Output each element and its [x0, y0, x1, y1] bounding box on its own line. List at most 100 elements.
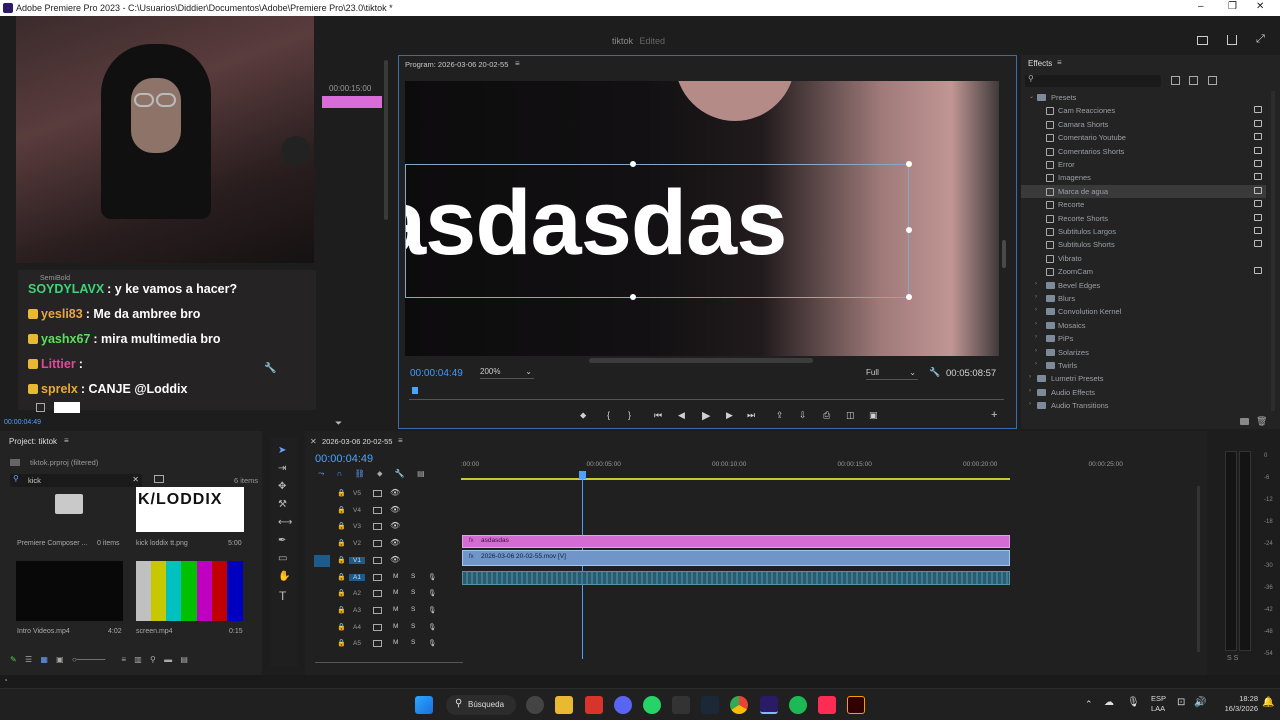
- track-lock-icon[interactable]: 🔒: [337, 506, 346, 514]
- transform-handle[interactable]: [906, 294, 912, 300]
- effects-item[interactable]: Imagenes: [1021, 171, 1266, 184]
- effects-item[interactable]: Subtitulos Largos: [1021, 225, 1266, 238]
- taskbar-search[interactable]: ⚲ Búsqueda: [446, 695, 516, 715]
- effects-item[interactable]: Camara Shorts: [1021, 118, 1266, 131]
- ripple-edit-icon[interactable]: ✥: [278, 481, 286, 492]
- toggle-output-eye-icon[interactable]: 👁: [390, 538, 400, 547]
- quality-select[interactable]: Full ⌄: [866, 368, 918, 380]
- toggle-output-eye-icon[interactable]: 👁: [390, 488, 400, 497]
- razor-icon[interactable]: ⚒: [278, 499, 287, 510]
- track-name[interactable]: A3: [349, 607, 365, 614]
- sequence-menu-icon[interactable]: ≡: [398, 436, 403, 445]
- source-clip-bar[interactable]: [322, 96, 382, 108]
- widgets-icon[interactable]: [526, 696, 544, 714]
- tray-overflow-icon[interactable]: ⌃: [1085, 699, 1093, 710]
- wrench-icon[interactable]: 🔧: [264, 363, 276, 374]
- sync-lock-icon[interactable]: [373, 623, 382, 631]
- news-app-icon[interactable]: [585, 696, 603, 714]
- track-lock-icon[interactable]: 🔒: [337, 489, 346, 497]
- sync-lock-icon[interactable]: [373, 523, 382, 531]
- effects-item[interactable]: Vibrato: [1021, 252, 1266, 265]
- step-back-icon[interactable]: ◀: [678, 410, 685, 421]
- effects-item[interactable]: › Audio Transitions: [1021, 399, 1266, 412]
- 32bit-filter-icon[interactable]: [1189, 76, 1198, 85]
- bin-thumb-premiere-composer[interactable]: [55, 494, 83, 514]
- effects-item[interactable]: Recorte Shorts: [1021, 212, 1266, 225]
- find-icon[interactable]: ⚲: [150, 655, 156, 664]
- program-vscroll[interactable]: [1002, 240, 1006, 268]
- project-search-input[interactable]: ⚲ kick ✕: [10, 474, 142, 487]
- video-track-header[interactable]: 🔒 V1 👁: [305, 553, 463, 569]
- extract-icon[interactable]: ⇩: [799, 410, 807, 421]
- track-name[interactable]: V5: [349, 490, 365, 497]
- track-name[interactable]: A5: [349, 640, 365, 647]
- sync-lock-icon[interactable]: [373, 590, 382, 598]
- effects-item[interactable]: Recorte: [1021, 198, 1266, 211]
- premiere-taskbar-icon[interactable]: [760, 696, 778, 714]
- source-patch-toggle[interactable]: [314, 554, 330, 567]
- mute-button[interactable]: M: [393, 639, 398, 646]
- network-icon[interactable]: ⊡: [1177, 697, 1185, 708]
- add-marker-icon[interactable]: ⬥: [377, 469, 383, 478]
- go-to-in-icon[interactable]: ⏮: [654, 410, 662, 421]
- playhead-marker[interactable]: [579, 471, 586, 479]
- voice-over-mic-icon[interactable]: 🎙: [428, 606, 436, 614]
- disclosure-triangle-icon[interactable]: ›: [1029, 388, 1031, 394]
- video-track-header[interactable]: 🔒 V2 👁: [305, 536, 463, 552]
- solo-button[interactable]: S: [411, 589, 415, 596]
- effects-menu-icon[interactable]: ≡: [1057, 58, 1062, 67]
- effects-item[interactable]: ZoomCam: [1021, 265, 1266, 278]
- video-track-header[interactable]: 🔒 V3 👁: [305, 519, 463, 535]
- thumb-intro-videos[interactable]: [16, 561, 123, 621]
- workspaces-icon[interactable]: [1197, 36, 1208, 45]
- track-lock-icon[interactable]: 🔒: [337, 539, 346, 547]
- track-lock-icon[interactable]: 🔒: [337, 573, 346, 581]
- solo-button[interactable]: S: [411, 573, 415, 580]
- new-bin-icon[interactable]: ▬: [164, 655, 172, 664]
- timeline-timecode[interactable]: 00:00:04:49: [315, 453, 373, 465]
- sync-lock-icon[interactable]: [373, 506, 382, 514]
- step-forward-icon[interactable]: ▶: [726, 410, 733, 421]
- transform-handle[interactable]: [906, 227, 912, 233]
- disclosure-triangle-icon[interactable]: ›: [1035, 281, 1037, 287]
- new-item-icon[interactable]: ▤: [180, 655, 188, 664]
- effects-item[interactable]: › Lumetri Presets: [1021, 372, 1266, 385]
- language-indicator[interactable]: ESP LAA: [1151, 694, 1166, 714]
- freeform-view-icon[interactable]: ▣: [56, 655, 64, 664]
- add-button-icon[interactable]: +: [991, 409, 997, 421]
- list-view-icon[interactable]: ☰: [25, 655, 32, 664]
- sync-lock-icon[interactable]: [373, 490, 382, 497]
- start-button-icon[interactable]: [415, 696, 433, 714]
- mute-button[interactable]: M: [393, 589, 398, 596]
- color-swatch[interactable]: [54, 402, 80, 413]
- sync-lock-icon[interactable]: [373, 606, 382, 614]
- solo-button[interactable]: S: [411, 639, 415, 646]
- toggle-output-eye-icon[interactable]: 👁: [390, 521, 400, 530]
- transform-handle[interactable]: [630, 294, 636, 300]
- effects-item[interactable]: Subtitulos Shorts: [1021, 238, 1266, 251]
- automate-icon[interactable]: ▥: [134, 655, 142, 664]
- effects-item[interactable]: › Solarizes: [1021, 346, 1266, 359]
- track-name[interactable]: V3: [349, 523, 365, 530]
- timeline-hscroll[interactable]: [315, 658, 463, 663]
- mute-button[interactable]: M: [393, 573, 398, 580]
- delete-icon[interactable]: 🗑: [1256, 416, 1267, 427]
- chat-username[interactable]: sprelx: [41, 382, 78, 396]
- effects-item[interactable]: Marca de agua: [1021, 184, 1266, 198]
- type-tool-icon[interactable]: T: [279, 589, 286, 603]
- thumb-screen-bars[interactable]: [136, 561, 243, 621]
- minimize-button[interactable]: –: [1198, 1, 1204, 12]
- sync-lock-icon[interactable]: [373, 556, 382, 564]
- sort-icon[interactable]: ≡: [121, 655, 126, 664]
- effects-item[interactable]: › Convolution Kernel: [1021, 305, 1266, 318]
- mark-out-icon[interactable]: }: [628, 410, 631, 420]
- file-explorer-icon[interactable]: [555, 696, 573, 714]
- hand-icon[interactable]: ✋: [278, 571, 290, 582]
- spotify-icon[interactable]: [789, 696, 807, 714]
- settings-icon[interactable]: 🔧: [395, 469, 405, 478]
- voice-over-mic-icon[interactable]: 🎙: [428, 639, 436, 647]
- disclosure-triangle-icon[interactable]: ›: [1035, 334, 1037, 340]
- track-name[interactable]: V1: [349, 556, 365, 564]
- disclosure-triangle-icon[interactable]: ›: [1035, 348, 1037, 354]
- track-name[interactable]: A1: [349, 573, 365, 581]
